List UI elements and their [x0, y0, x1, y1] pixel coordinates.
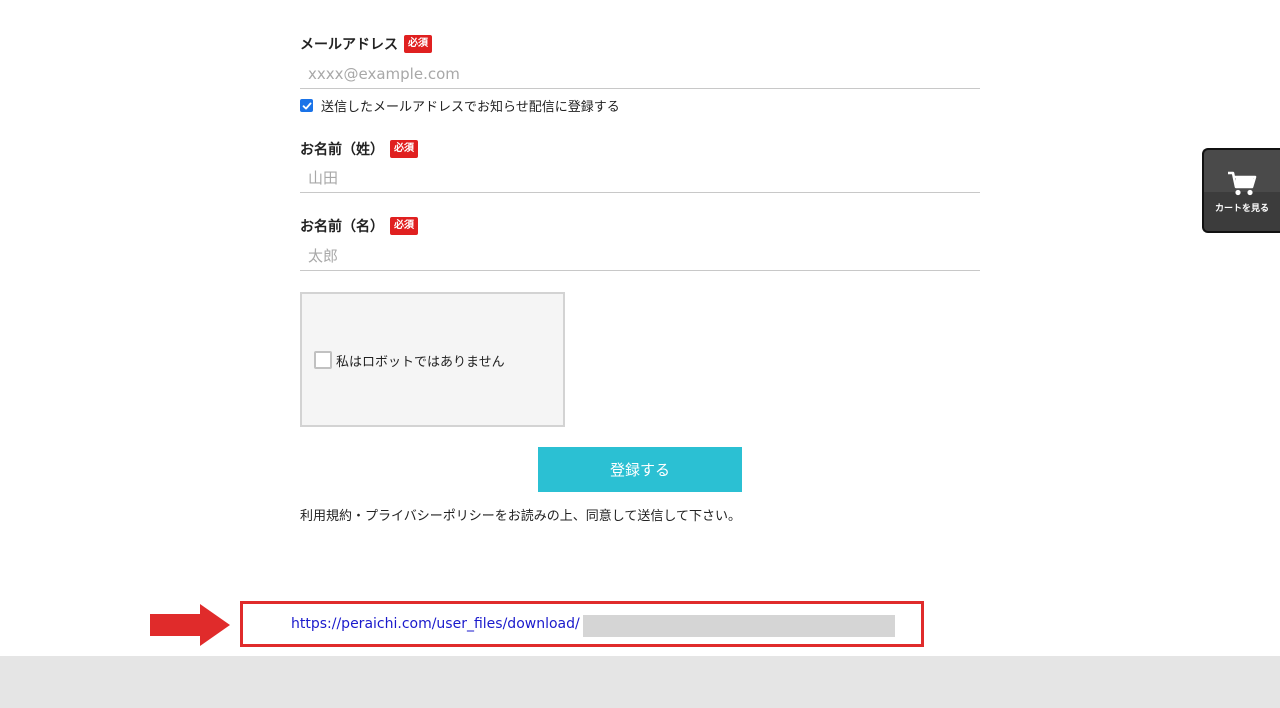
optin-checkbox[interactable]	[300, 99, 313, 112]
required-badge: 必須	[390, 217, 418, 235]
register-button[interactable]: 登録する	[538, 447, 742, 492]
last-name-label: お名前（姓） 必須	[300, 139, 418, 159]
optin-row[interactable]: 送信したメールアドレスでお知らせ配信に登録する	[300, 96, 620, 115]
required-badge: 必須	[390, 140, 418, 158]
redacted-area	[583, 615, 895, 637]
download-url-highlight: https://peraichi.com/user_files/download…	[240, 601, 924, 647]
recaptcha-checkbox[interactable]	[314, 351, 332, 369]
first-name-input[interactable]	[300, 241, 980, 271]
optin-label: 送信したメールアドレスでお知らせ配信に登録する	[321, 100, 620, 115]
footer-band	[0, 656, 1280, 708]
cart-label: カートを見る	[1214, 204, 1269, 214]
terms-notice: 利用規約・プライバシーポリシーをお読みの上、同意して送信して下さい。	[300, 509, 741, 524]
email-label-text: メールアドレス	[300, 37, 398, 53]
download-url-link[interactable]: https://peraichi.com/user_files/download…	[291, 616, 580, 632]
required-badge: 必須	[404, 35, 432, 53]
first-name-label: お名前（名） 必須	[300, 216, 418, 236]
cart-icon	[1228, 171, 1257, 196]
check-icon	[302, 102, 311, 109]
red-arrow-icon	[150, 604, 230, 646]
email-label: メールアドレス 必須	[300, 34, 432, 54]
email-input[interactable]	[300, 59, 980, 89]
last-name-label-text: お名前（姓）	[300, 142, 384, 158]
view-cart-button[interactable]: カートを見る	[1202, 148, 1280, 233]
first-name-label-text: お名前（名）	[300, 219, 384, 235]
recaptcha-widget: 私はロボットではありません	[300, 292, 565, 427]
last-name-input[interactable]	[300, 163, 980, 193]
recaptcha-label: 私はロボットではありません	[336, 355, 505, 370]
